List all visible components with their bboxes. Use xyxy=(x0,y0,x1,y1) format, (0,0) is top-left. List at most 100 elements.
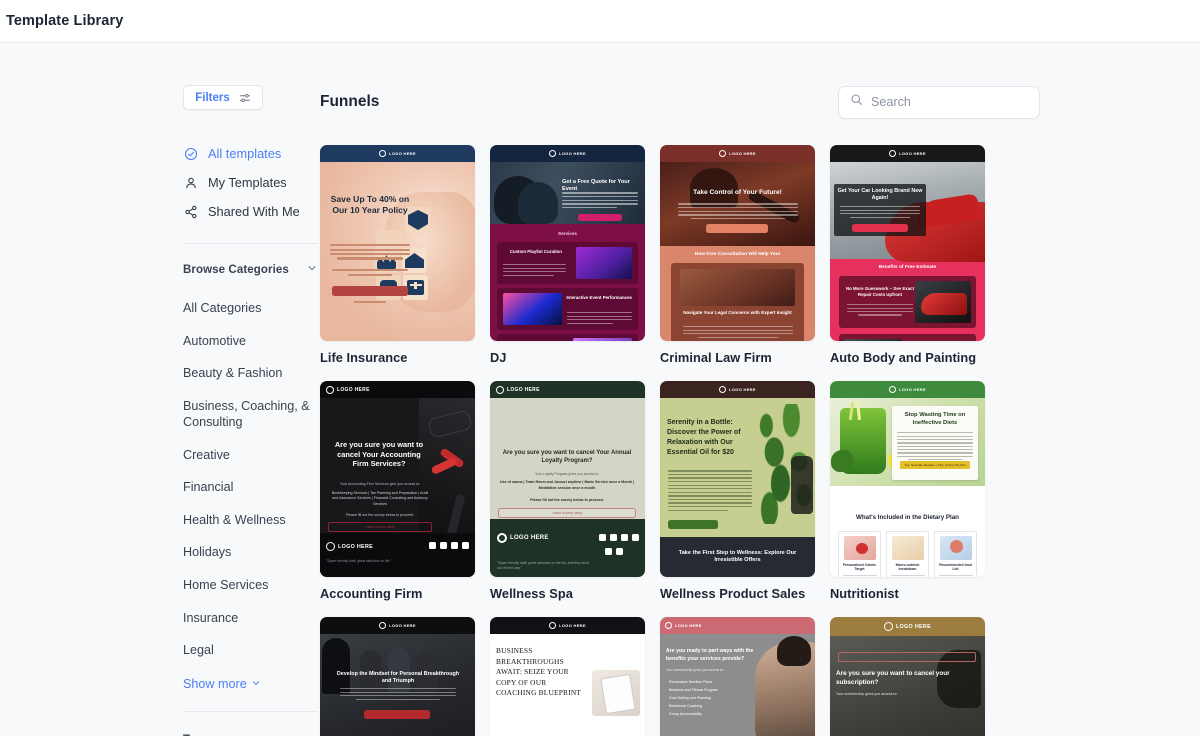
thumb-card-headline: Navigate Your Legal Concerns with Expert… xyxy=(683,310,792,315)
thumb-logo-bar: LOGO HERE xyxy=(660,145,815,162)
section-heading: Funnels xyxy=(320,93,380,110)
thumb-body: Are you sure you want to cancel Your Ann… xyxy=(490,398,645,577)
thumb-body: Are you ready to part ways with the bene… xyxy=(660,634,815,736)
thumb-body: Take Control of Your Future! How Free Co… xyxy=(660,162,815,341)
thumb-body: Develop the Mindset for Personal Breakth… xyxy=(320,634,475,736)
search-box[interactable] xyxy=(838,85,1040,119)
x-icon[interactable] xyxy=(451,542,458,549)
thumb-body: Stop Wasting Time on Ineffective Diets Y… xyxy=(830,398,985,577)
template-thumbnail[interactable]: LOGO HERE Develop the Mindset for Person… xyxy=(320,617,475,736)
sidebar-divider-1 xyxy=(183,243,318,244)
facebook-icon[interactable] xyxy=(599,534,606,541)
thumb-headline: BUSINESS BREAKTHROUGHS AWAIT: SEIZE YOUR… xyxy=(496,646,582,698)
template-card[interactable]: LOGO HERE Get Your Car Looking Brand New… xyxy=(830,145,985,365)
category-item[interactable]: Health & Wellness xyxy=(183,512,323,528)
user-icon xyxy=(183,175,198,190)
category-item[interactable]: Business, Coaching, & Consulting xyxy=(183,398,323,430)
search-input[interactable] xyxy=(871,95,1028,109)
logo-text: LOGO HERE xyxy=(899,151,926,156)
thumb-sub: Your membership gives you access to: xyxy=(836,692,898,696)
social-icons-secondary xyxy=(605,548,623,555)
types-header[interactable]: Types xyxy=(183,731,318,736)
category-item[interactable]: Insurance xyxy=(183,610,323,626)
thumb-logo-bar: LOGO HERE xyxy=(830,145,985,162)
logo-icon xyxy=(497,533,507,543)
template-thumbnail[interactable]: LOGO HERE Save Up To 40% on Our 10 Year … xyxy=(320,145,475,341)
sidebar-item-all-templates[interactable]: All templates xyxy=(183,139,320,168)
template-thumbnail[interactable]: LOGO HERE Are you ready to part ways wit… xyxy=(660,617,815,736)
template-card-title: Auto Body and Painting xyxy=(830,350,977,365)
sidebar-item-my-templates[interactable]: My Templates xyxy=(183,168,320,197)
x-icon[interactable] xyxy=(621,534,628,541)
logo-icon xyxy=(379,622,387,629)
linkedin-icon[interactable] xyxy=(462,542,469,549)
category-item[interactable]: Legal xyxy=(183,642,323,658)
category-item[interactable]: Home Services xyxy=(183,577,323,593)
category-item[interactable]: Automotive xyxy=(183,333,323,349)
show-more-button[interactable]: Show more xyxy=(183,677,261,691)
browse-categories-header[interactable]: Browse Categories xyxy=(183,261,318,279)
template-card[interactable]: LOGO HERE Develop the Mindset for Person… xyxy=(320,617,475,736)
category-item[interactable]: Holidays xyxy=(183,544,323,560)
template-card[interactable]: LOGO HERE Save Up To 40% on Our 10 Year … xyxy=(320,145,475,365)
sidebar: Filters All templates My Templates Share… xyxy=(0,85,320,736)
thumb-note: Please fill out the survey below to proc… xyxy=(530,498,604,502)
thumb-banner: Take the First Step to Wellness: Explore… xyxy=(678,549,797,563)
template-card-title: Criminal Law Firm xyxy=(660,350,772,365)
thumb-headline: Are you sure you want to cancel your sub… xyxy=(836,670,950,686)
template-thumbnail[interactable]: LOGO HERE Take Control of Your Future! H… xyxy=(660,145,815,341)
thumb-body: Are you sure you want to cancel Your Acc… xyxy=(320,398,475,577)
logo-icon xyxy=(326,542,335,551)
template-thumbnail[interactable]: LOGO HERE Are you sure you want to cance… xyxy=(830,617,985,736)
facebook-icon[interactable] xyxy=(429,542,436,549)
template-card[interactable]: LOGO HERE Stop Wasting Time on Ineffecti… xyxy=(830,381,985,601)
template-card[interactable]: LOGO HERE Are you ready to part ways wit… xyxy=(660,617,815,736)
logo-text: LOGO HERE xyxy=(510,535,549,541)
template-card[interactable]: LOGO HERE Are you sure you want to cance… xyxy=(320,381,475,601)
template-thumbnail[interactable]: LOGO HERE Serenity in a Bottle: Discover… xyxy=(660,381,815,577)
instagram-icon[interactable] xyxy=(610,534,617,541)
template-card[interactable]: LOGO HERE Serenity in a Bottle: Discover… xyxy=(660,381,815,601)
tiktok-icon[interactable] xyxy=(616,548,623,555)
sidebar-item-shared-with-me[interactable]: Shared With Me xyxy=(183,197,320,226)
thumb-cta: Yes, Send Me Recipes + Tips, Deliver My … xyxy=(900,461,970,469)
search-icon xyxy=(850,93,863,111)
youtube-icon[interactable] xyxy=(605,548,612,555)
template-card[interactable]: LOGO HERE Take Control of Your Future! H… xyxy=(660,145,815,365)
thumb-logo-bar: LOGO HERE xyxy=(320,617,475,634)
template-card-title: Wellness Spa xyxy=(490,586,573,601)
logo-icon xyxy=(665,622,672,629)
thumb-note: Please fill out the survey below to proc… xyxy=(345,513,415,517)
instagram-icon[interactable] xyxy=(440,542,447,549)
template-thumbnail[interactable]: LOGO HERE Stop Wasting Time on Ineffecti… xyxy=(830,381,985,577)
thumb-body-text: Bookkeeping Services | Tax Planning and … xyxy=(331,491,429,506)
thumb-feature: Personalized Caloric Target xyxy=(842,563,877,572)
category-item[interactable]: Creative xyxy=(183,447,323,463)
category-item[interactable]: Financial xyxy=(183,479,323,495)
thumb-section-label: Services xyxy=(558,231,577,236)
thumb-logo-bar: LOGO HERE xyxy=(830,381,985,398)
template-thumbnail[interactable]: LOGO HERE Are you sure you want to cance… xyxy=(320,381,475,577)
logo-text: LOGO HERE xyxy=(559,151,586,156)
main-content: Funnels LOGO HERE xyxy=(320,85,1200,736)
filters-button[interactable]: Filters xyxy=(183,85,263,110)
template-card[interactable]: LOGO HERE Get a Free Quote for Your Even… xyxy=(490,145,645,365)
template-card[interactable]: LOGO HERE Are you sure you want to cance… xyxy=(830,617,985,736)
linkedin-icon[interactable] xyxy=(632,534,639,541)
sidebar-divider-2 xyxy=(183,710,318,712)
thumb-body: Get a Free Quote for Your Event Services xyxy=(490,162,645,341)
category-item[interactable]: All Categories xyxy=(183,300,323,316)
logo-text: LOGO HERE xyxy=(899,387,926,392)
thumb-headline: Stop Wasting Time on Ineffective Diets xyxy=(904,412,966,426)
template-card[interactable]: LOGO HERE BUSINESS BREAKTHROUGHS AWAIT: … xyxy=(490,617,645,736)
template-card[interactable]: LOGO HERE Are you sure you want to cance… xyxy=(490,381,645,601)
logo-icon xyxy=(549,150,557,157)
category-item[interactable]: Beauty & Fashion xyxy=(183,365,323,381)
template-card-title: Accounting Firm xyxy=(320,586,423,601)
template-thumbnail[interactable]: LOGO HERE BUSINESS BREAKTHROUGHS AWAIT: … xyxy=(490,617,645,736)
thumb-cta xyxy=(852,224,908,232)
template-thumbnail[interactable]: LOGO HERE Get a Free Quote for Your Even… xyxy=(490,145,645,341)
thumb-headline: Take Control of Your Future! xyxy=(693,189,782,196)
template-thumbnail[interactable]: LOGO HERE Get Your Car Looking Brand New… xyxy=(830,145,985,341)
template-thumbnail[interactable]: LOGO HERE Are you sure you want to cance… xyxy=(490,381,645,577)
